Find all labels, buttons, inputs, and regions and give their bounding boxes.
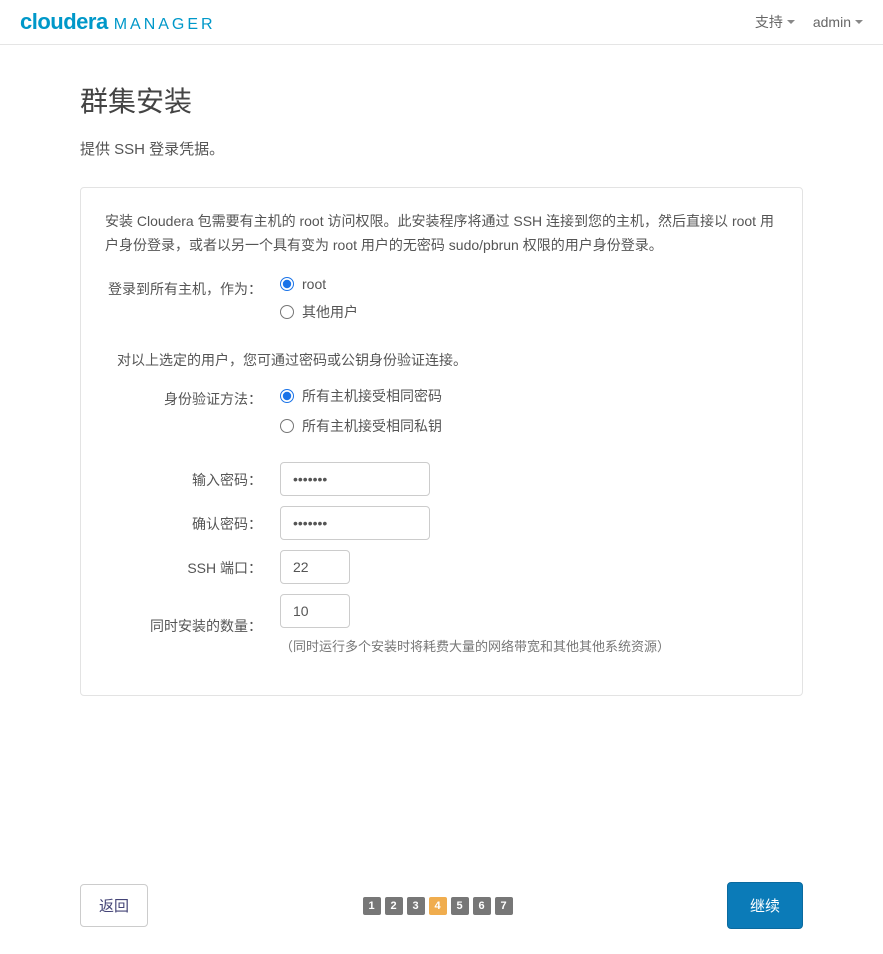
auth-section-text: 对以上选定的用户，您可通过密码或公钥身份验证连接。: [117, 350, 778, 370]
logo-main: cloudera: [20, 9, 108, 35]
confirm-password-input[interactable]: [280, 506, 430, 540]
ssh-port-row: SSH 端口：: [105, 550, 778, 584]
admin-label: admin: [813, 14, 851, 30]
ssh-port-label: SSH 端口：: [105, 555, 280, 578]
footer: 返回 1 2 3 4 5 6 7 继续: [0, 867, 883, 954]
support-menu[interactable]: 支持: [755, 12, 795, 32]
auth-password-label: 所有主机接受相同密码: [302, 386, 442, 406]
nav-right: 支持 admin: [755, 12, 863, 32]
logo-sub: MANAGER: [114, 16, 216, 34]
back-button[interactable]: 返回: [80, 884, 148, 927]
login-root-option[interactable]: root: [280, 276, 778, 292]
concurrent-row: 同时安装的数量： （同时运行多个安装时将耗费大量的网络带宽和其他其他系统资源）: [105, 594, 778, 655]
login-as-options: root 其他用户: [280, 276, 778, 332]
chevron-down-icon: [787, 20, 795, 24]
concurrent-input[interactable]: [280, 594, 350, 628]
logo[interactable]: cloudera MANAGER: [20, 9, 216, 35]
password-row: 输入密码：: [105, 462, 778, 496]
login-other-option[interactable]: 其他用户: [280, 302, 778, 322]
ssh-panel: 安装 Cloudera 包需要有主机的 root 访问权限。此安装程序将通过 S…: [80, 187, 803, 696]
support-label: 支持: [755, 12, 783, 32]
navbar: cloudera MANAGER 支持 admin: [0, 0, 883, 45]
password-control: [280, 462, 778, 496]
ssh-port-input[interactable]: [280, 550, 350, 584]
auth-method-row: 身份验证方法： 所有主机接受相同密码 所有主机接受相同私钥: [105, 386, 778, 446]
page-subtitle: 提供 SSH 登录凭据。: [80, 138, 803, 159]
page-3[interactable]: 3: [407, 897, 425, 915]
panel-intro: 安装 Cloudera 包需要有主机的 root 访问权限。此安装程序将通过 S…: [105, 210, 778, 258]
continue-button[interactable]: 继续: [727, 882, 803, 929]
page-title: 群集安装: [80, 80, 803, 120]
confirm-row: 确认密码：: [105, 506, 778, 540]
login-other-radio[interactable]: [280, 305, 294, 319]
auth-key-radio[interactable]: [280, 419, 294, 433]
login-as-row: 登录到所有主机，作为： root 其他用户: [105, 276, 778, 332]
auth-password-radio[interactable]: [280, 389, 294, 403]
login-as-label: 登录到所有主机，作为：: [105, 276, 280, 299]
page-6[interactable]: 6: [473, 897, 491, 915]
admin-menu[interactable]: admin: [813, 14, 863, 30]
chevron-down-icon: [855, 20, 863, 24]
main-container: 群集安装 提供 SSH 登录凭据。 安装 Cloudera 包需要有主机的 ro…: [0, 45, 883, 716]
auth-method-label: 身份验证方法：: [105, 386, 280, 409]
login-other-label: 其他用户: [302, 302, 358, 322]
concurrent-help: （同时运行多个安装时将耗费大量的网络带宽和其他其他系统资源）: [280, 636, 778, 655]
password-input[interactable]: [280, 462, 430, 496]
auth-key-label: 所有主机接受相同私钥: [302, 416, 442, 436]
password-label: 输入密码：: [105, 467, 280, 490]
auth-password-option[interactable]: 所有主机接受相同密码: [280, 386, 778, 406]
concurrent-label: 同时安装的数量：: [105, 613, 280, 636]
page-7[interactable]: 7: [495, 897, 513, 915]
login-root-radio[interactable]: [280, 277, 294, 291]
confirm-control: [280, 506, 778, 540]
concurrent-control: （同时运行多个安装时将耗费大量的网络带宽和其他其他系统资源）: [280, 594, 778, 655]
confirm-label: 确认密码：: [105, 511, 280, 534]
login-root-label: root: [302, 276, 326, 292]
page-1[interactable]: 1: [363, 897, 381, 915]
page-4[interactable]: 4: [429, 897, 447, 915]
page-2[interactable]: 2: [385, 897, 403, 915]
page-5[interactable]: 5: [451, 897, 469, 915]
auth-key-option[interactable]: 所有主机接受相同私钥: [280, 416, 778, 436]
auth-method-options: 所有主机接受相同密码 所有主机接受相同私钥: [280, 386, 778, 446]
pagination: 1 2 3 4 5 6 7: [363, 897, 513, 915]
ssh-port-control: [280, 550, 778, 584]
